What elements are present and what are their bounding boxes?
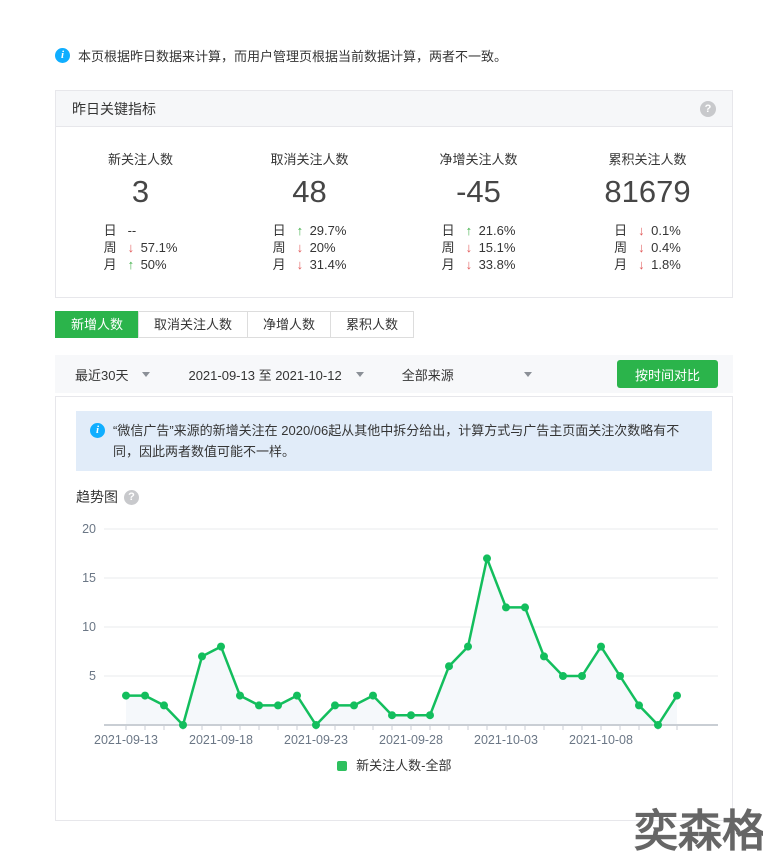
kpi-change-value: 1.8% xyxy=(651,257,681,272)
svg-text:15: 15 xyxy=(82,571,96,585)
trend-arrow-icon: ↓ xyxy=(466,239,479,256)
kpi-value: -45 xyxy=(394,174,563,210)
compare-by-time-button[interactable]: 按时间对比 xyxy=(617,360,718,388)
svg-text:2021-10-03: 2021-10-03 xyxy=(474,733,538,747)
time-range-dropdown[interactable]: 最近30天 xyxy=(75,365,150,384)
kpi-period-label: 周 xyxy=(442,239,466,256)
kpi-period-label: 日 xyxy=(104,222,128,239)
svg-text:5: 5 xyxy=(89,669,96,683)
trend-line-chart: 5 10 15 20 2021-09-13 2021-09-18 2021-09-23 202… xyxy=(56,513,732,755)
kpi-change-value: 21.6% xyxy=(479,223,516,238)
chevron-down-icon xyxy=(524,372,532,377)
kpi-change-value: 0.1% xyxy=(651,223,681,238)
kpi-panel: 昨日关键指标 ? 新关注人数 3 日-- 周↓57.1% 月↑50% 取消关注人… xyxy=(55,90,733,298)
tab-cumulative[interactable]: 累积人数 xyxy=(330,311,414,338)
trend-arrow-icon: ↑ xyxy=(128,256,141,273)
filter-bar: 最近30天 2021-09-13 至 2021-10-12 全部来源 按时间对比 xyxy=(55,355,733,393)
kpi-change-value: -- xyxy=(128,223,137,238)
page-notice-text: 本页根据昨日数据来计算，而用户管理页根据当前数据计算，两者不一致。 xyxy=(78,46,507,65)
svg-text:20: 20 xyxy=(82,522,96,536)
kpi-label: 新关注人数 xyxy=(56,149,225,168)
source-dropdown[interactable]: 全部来源 xyxy=(402,365,532,384)
kpi-period-label: 月 xyxy=(273,256,297,273)
kpi-change-value: 57.1% xyxy=(141,240,178,255)
trend-arrow-icon: ↑ xyxy=(466,222,479,239)
watermark: 奕森格 xyxy=(634,808,763,856)
kpi-metric-net-growth: 净增关注人数 -45 日↑21.6% 周↓15.1% 月↓33.8% xyxy=(394,149,563,273)
kpi-change-value: 50% xyxy=(141,257,167,272)
kpi-change-rows: 日↓0.1% 周↓0.4% 月↓1.8% xyxy=(614,222,681,273)
trend-arrow-icon: ↓ xyxy=(297,239,310,256)
kpi-change-value: 15.1% xyxy=(479,240,516,255)
svg-text:2021-09-23: 2021-09-23 xyxy=(284,733,348,747)
kpi-body: 新关注人数 3 日-- 周↓57.1% 月↑50% 取消关注人数 48 日↑29… xyxy=(56,127,732,297)
tab-new-followers[interactable]: 新增人数 xyxy=(55,311,139,338)
legend-swatch-icon xyxy=(337,761,347,771)
kpi-period-label: 周 xyxy=(614,239,638,256)
svg-text:2021-10-08: 2021-10-08 xyxy=(569,733,633,747)
kpi-change-value: 20% xyxy=(310,240,336,255)
kpi-label: 取消关注人数 xyxy=(225,149,394,168)
chevron-down-icon xyxy=(356,372,364,377)
kpi-change-rows: 日-- 周↓57.1% 月↑50% xyxy=(104,222,178,273)
kpi-value: 3 xyxy=(56,174,225,210)
chart-legend: 新关注人数-全部 xyxy=(56,755,732,774)
kpi-period-label: 日 xyxy=(273,222,297,239)
kpi-label: 累积关注人数 xyxy=(563,149,732,168)
kpi-value: 48 xyxy=(225,174,394,210)
svg-text:2021-09-13: 2021-09-13 xyxy=(94,733,158,747)
kpi-value: 81679 xyxy=(563,174,732,210)
kpi-panel-header: 昨日关键指标 ? xyxy=(56,91,732,127)
source-value: 全部来源 xyxy=(402,365,454,384)
trend-arrow-icon: ↓ xyxy=(638,239,651,256)
trend-arrow-icon: ↓ xyxy=(128,239,141,256)
kpi-change-rows: 日↑21.6% 周↓15.1% 月↓33.8% xyxy=(442,222,516,273)
kpi-metric-unfollowers: 取消关注人数 48 日↑29.7% 周↓20% 月↓31.4% xyxy=(225,149,394,273)
trend-arrow-icon: ↓ xyxy=(297,256,310,273)
kpi-period-label: 月 xyxy=(104,256,128,273)
help-icon[interactable]: ? xyxy=(124,490,139,505)
kpi-change-value: 0.4% xyxy=(651,240,681,255)
date-range-dropdown[interactable]: 2021-09-13 至 2021-10-12 xyxy=(188,365,363,384)
svg-text:2021-09-28: 2021-09-28 xyxy=(379,733,443,747)
date-range-value: 2021-09-13 至 2021-10-12 xyxy=(188,365,341,384)
kpi-change-value: 33.8% xyxy=(479,257,516,272)
analytics-page: i 本页根据昨日数据来计算，而用户管理页根据当前数据计算，两者不一致。 昨日关键… xyxy=(0,46,763,859)
kpi-period-label: 月 xyxy=(614,256,638,273)
trend-arrow-icon: ↓ xyxy=(466,256,479,273)
info-icon: i xyxy=(55,48,70,63)
chart-title: 趋势图 xyxy=(76,487,118,507)
kpi-change-value: 31.4% xyxy=(310,257,347,272)
svg-text:2021-09-18: 2021-09-18 xyxy=(189,733,253,747)
trend-arrow-icon: ↓ xyxy=(638,256,651,273)
kpi-metric-cumulative: 累积关注人数 81679 日↓0.1% 周↓0.4% 月↓1.8% xyxy=(563,149,732,273)
chart-notice: i “微信广告”来源的新增关注在 2020/06起从其他中拆分给出，计算方式与广… xyxy=(76,411,712,471)
tab-unfollowers[interactable]: 取消关注人数 xyxy=(138,311,248,338)
svg-text:10: 10 xyxy=(82,620,96,634)
tab-net-growth[interactable]: 净增人数 xyxy=(247,311,331,338)
kpi-change-value: 29.7% xyxy=(310,223,347,238)
trend-arrow-icon: ↑ xyxy=(297,222,310,239)
help-icon[interactable]: ? xyxy=(700,101,716,117)
chart-notice-text: “微信广告”来源的新增关注在 2020/06起从其他中拆分给出，计算方式与广告主… xyxy=(113,420,692,462)
kpi-panel-title: 昨日关键指标 xyxy=(72,99,156,119)
kpi-period-label: 月 xyxy=(442,256,466,273)
kpi-label: 净增关注人数 xyxy=(394,149,563,168)
info-icon: i xyxy=(90,423,105,438)
kpi-period-label: 周 xyxy=(273,239,297,256)
legend-label: 新关注人数-全部 xyxy=(356,758,451,773)
kpi-change-rows: 日↑29.7% 周↓20% 月↓31.4% xyxy=(273,222,347,273)
page-notice: i 本页根据昨日数据来计算，而用户管理页根据当前数据计算，两者不一致。 xyxy=(55,46,763,65)
metric-tabs: 新增人数 取消关注人数 净增人数 累积人数 xyxy=(55,311,763,338)
chevron-down-icon xyxy=(142,372,150,377)
kpi-period-label: 日 xyxy=(442,222,466,239)
chart-title-row: 趋势图 ? xyxy=(76,487,732,507)
trend-arrow-icon: ↓ xyxy=(638,222,651,239)
time-range-value: 最近30天 xyxy=(75,365,128,384)
kpi-period-label: 日 xyxy=(614,222,638,239)
kpi-metric-new-followers: 新关注人数 3 日-- 周↓57.1% 月↑50% xyxy=(56,149,225,273)
kpi-period-label: 周 xyxy=(104,239,128,256)
chart-panel: i “微信广告”来源的新增关注在 2020/06起从其他中拆分给出，计算方式与广… xyxy=(55,396,733,821)
